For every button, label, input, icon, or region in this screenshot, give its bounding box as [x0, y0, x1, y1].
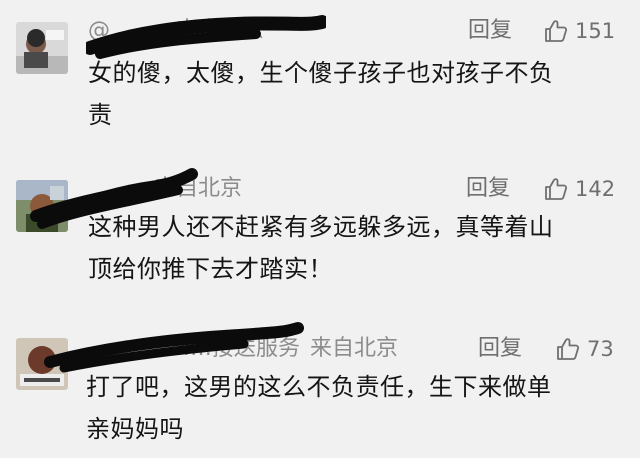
comment-meta: ……接送服务 来自北京: [88, 336, 398, 362]
comment-text-line: 亲妈妈吗: [86, 415, 184, 443]
like-count: 73: [587, 337, 614, 361]
comment-text-line: 女的傻，太傻，生个傻子孩子也对孩子不负: [88, 59, 554, 87]
comment-text-line: 顶给你推下去才踏实！: [88, 255, 333, 283]
like-count: 142: [575, 177, 616, 201]
reply-button[interactable]: 回复: [468, 18, 512, 44]
like-button[interactable]: 142: [544, 176, 615, 202]
thumbs-up-icon: [545, 20, 568, 42]
region-label: 来自北京: [176, 18, 265, 43]
comment-text-line: 打了吧，这男的这么不负责任，生下来做单: [86, 373, 552, 401]
region-label: 来自北京: [154, 176, 243, 201]
avatar[interactable]: [16, 180, 68, 232]
reply-button[interactable]: 回复: [478, 336, 522, 362]
like-count: 151: [575, 19, 616, 43]
comment-item: ……接送服务 来自北京 回复 73 打了吧，这男的这么不负责任，生下来做单 亲妈妈…: [0, 310, 640, 458]
comment-text-line: 责: [88, 101, 113, 129]
comment-meta: 来自北京: [88, 176, 242, 202]
region-label: 来自北京: [310, 336, 399, 361]
username[interactable]: ……接送服务: [168, 336, 300, 361]
comment-meta: @ 来自北京: [88, 18, 264, 44]
avatar[interactable]: [16, 22, 68, 74]
thumbs-up-icon: [557, 338, 580, 360]
reply-button[interactable]: 回复: [466, 176, 510, 202]
comment-item: 来自北京 回复 142 这种男人还不赶紧有多远躲多远，真等着山 顶给你推下去才踏…: [0, 150, 640, 310]
comment-text: 打了吧，这男的这么不负责任，生下来做单 亲妈妈吗: [86, 366, 616, 450]
like-button[interactable]: 151: [544, 18, 615, 44]
comment-text: 这种男人还不赶紧有多远躲多远，真等着山 顶给你推下去才踏实！: [88, 206, 618, 290]
comment-item: @ 来自北京 回复 151 女的傻，太傻，生个傻子孩子也对孩子不负 责: [0, 0, 640, 150]
thumbs-up-icon: [545, 178, 568, 200]
username[interactable]: @: [88, 18, 110, 43]
avatar[interactable]: [16, 338, 68, 390]
comment-text: 女的傻，太傻，生个傻子孩子也对孩子不负 责: [88, 52, 618, 136]
comment-text-line: 这种男人还不赶紧有多远躲多远，真等着山: [88, 213, 554, 241]
like-button[interactable]: 73: [556, 336, 614, 362]
